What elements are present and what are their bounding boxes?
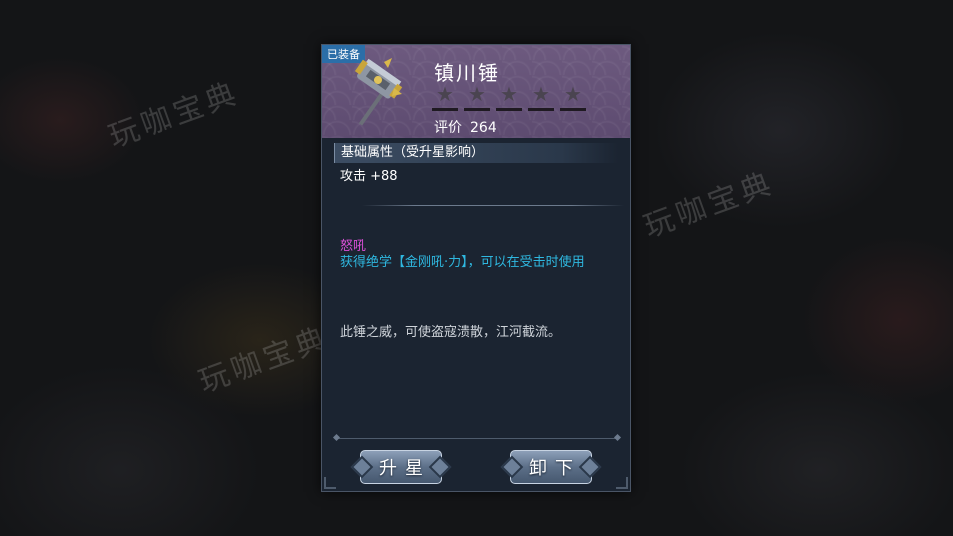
divider xyxy=(336,438,618,439)
star-icon: ★ xyxy=(468,82,486,106)
star-slot: ★ xyxy=(464,83,490,111)
corner-ornament xyxy=(324,477,336,489)
flavor-text: 此锤之威，可使盗寇溃散，江河截流。 xyxy=(340,325,562,340)
base-attributes-header: 基础属性（受升星影响） xyxy=(334,143,618,163)
star-slot: ★ xyxy=(560,83,586,111)
rating-value: 264 xyxy=(470,120,497,136)
item-rating: 评价 264 xyxy=(434,117,497,137)
star-icon: ★ xyxy=(500,82,518,106)
star-slot: ★ xyxy=(528,83,554,111)
corner-ornament xyxy=(616,477,628,489)
divider xyxy=(362,205,624,206)
skill-description: 获得绝学【金刚吼·力】，可以在受击时使用 xyxy=(340,255,585,270)
star-icon: ★ xyxy=(436,82,454,106)
star-slot: ★ xyxy=(496,83,522,111)
star-icon: ★ xyxy=(532,82,550,106)
item-header: 已装备 镇川锤 ★ ★ ★ ★ ★ 评价 264 xyxy=(322,45,630,138)
unequip-button[interactable]: 卸下 xyxy=(510,450,592,484)
upgrade-star-button[interactable]: 升星 xyxy=(360,450,442,484)
star-icon: ★ xyxy=(564,82,582,106)
hammer-weapon-icon xyxy=(354,58,403,126)
star-rating: ★ ★ ★ ★ ★ xyxy=(432,83,586,111)
skill-name: 怒吼 xyxy=(340,239,367,254)
rating-label: 评价 xyxy=(434,120,462,136)
star-slot: ★ xyxy=(432,83,458,111)
item-detail-panel: 已装备 镇川锤 ★ ★ ★ ★ ★ 评价 264 基础属性（受升星影响） 攻击 … xyxy=(321,44,631,492)
attack-stat: 攻击 +88 xyxy=(340,169,398,184)
